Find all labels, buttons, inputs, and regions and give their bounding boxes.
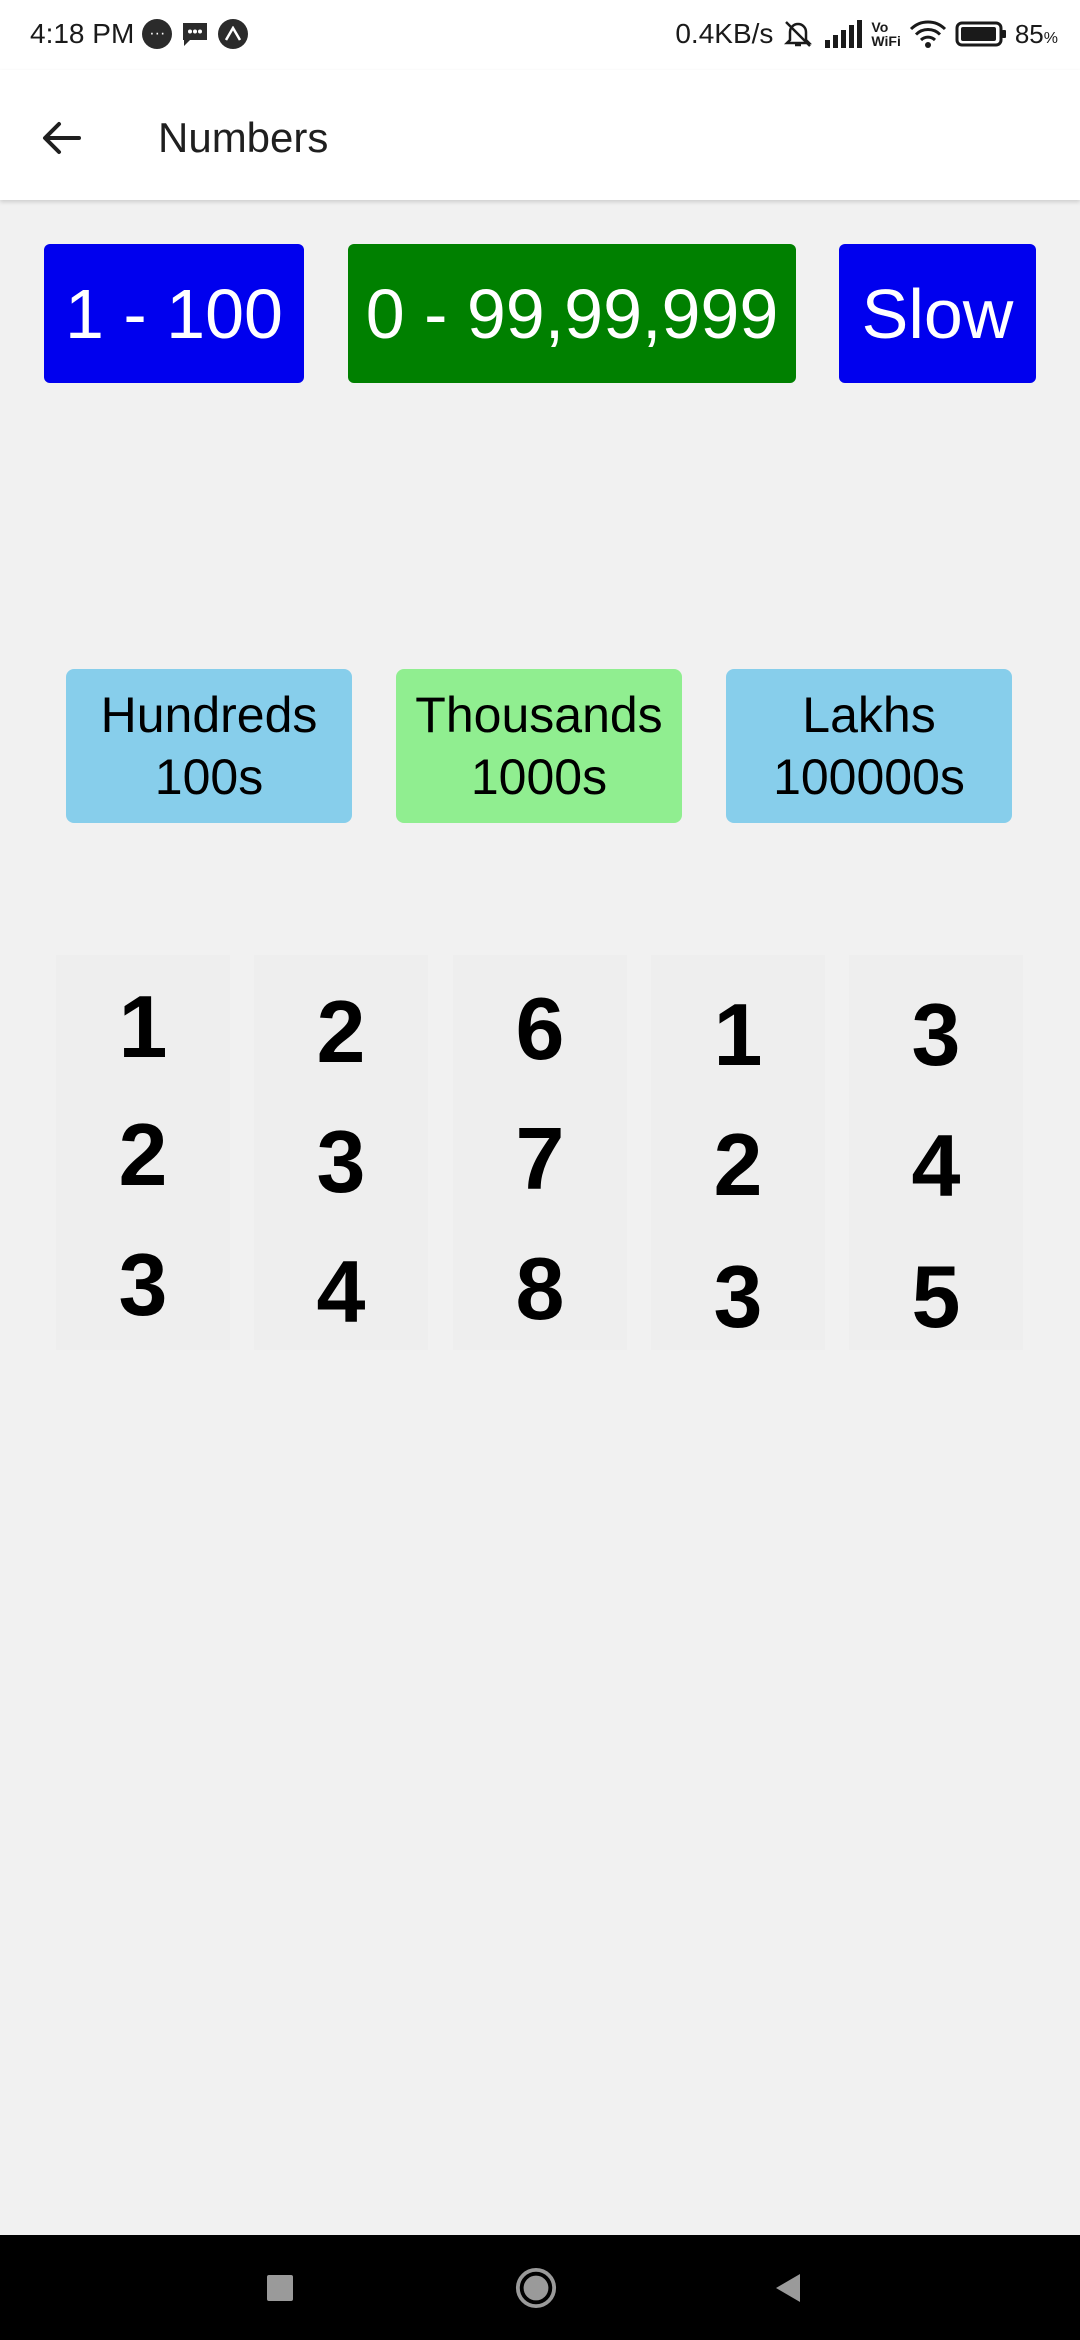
battery-percentage: 85% [1015,19,1058,50]
mute-bell-icon [781,18,815,50]
lakhs-label: Lakhs [802,687,936,743]
number-column-3[interactable]: 6 7 8 [453,955,627,1350]
digit[interactable]: 4 [254,1242,428,1342]
nav-back-button[interactable] [767,2267,809,2309]
number-column-1[interactable]: 1 2 3 [56,955,230,1350]
recent-apps-button[interactable] [259,2267,301,2309]
status-left: 4:18 PM ··· [30,18,249,50]
range-0-9999999-button[interactable]: 0 - 99,99,999 [348,244,796,383]
page-title: Numbers [158,114,329,161]
arrow-left-icon [43,122,81,154]
digit[interactable]: 2 [254,982,428,1082]
message-notification-icon [180,20,210,48]
battery-icon [955,21,1007,47]
digit[interactable]: 3 [56,1235,230,1335]
digit[interactable]: 5 [849,1247,1023,1347]
thousands-value: 1000s [470,749,608,805]
digit[interactable]: 2 [56,1105,230,1205]
digit[interactable]: 3 [849,985,1023,1085]
status-right: 0.4KB/s Vo WiFi 85% [675,18,1058,50]
vowifi-bottom: WiFi [871,33,901,49]
lakhs-value: 100000s [773,749,965,805]
chat-notification-icon: ··· [142,19,173,49]
network-speed: 0.4KB/s [675,18,774,49]
digit[interactable]: 3 [254,1112,428,1212]
thousands-button[interactable]: Thousands 1000s [396,669,682,823]
navigation-bar [0,2235,1080,2340]
hundreds-button[interactable]: Hundreds 100s [66,669,352,823]
battery-value: 85 [1014,18,1044,49]
number-column-5[interactable]: 3 4 5 [849,955,1023,1350]
triangle-left-icon [776,2274,800,2302]
wifi-icon [909,19,947,49]
signal-icon [823,20,863,48]
status-time: 4:18 PM [30,18,135,49]
digit[interactable]: 3 [651,1247,825,1347]
number-column-2[interactable]: 2 3 4 [254,955,428,1350]
status-bar: 4:18 PM ··· 0.4KB/s Vo WiFi 85% [0,0,1080,70]
app-notification-icon [218,19,249,49]
digit[interactable]: 4 [849,1116,1023,1216]
range-1-100-button[interactable]: 1 - 100 [44,244,304,383]
circle-icon [515,2267,557,2309]
back-button[interactable] [28,105,94,171]
hundreds-value: 100s [154,749,264,805]
digit[interactable]: 1 [56,977,230,1077]
digit[interactable]: 6 [453,979,627,1079]
lakhs-button[interactable]: Lakhs 100000s [726,669,1012,823]
vowifi-label: Vo WiFi [871,20,900,48]
hundreds-label: Hundreds [100,687,318,743]
home-button[interactable] [515,2267,557,2309]
digit[interactable]: 7 [453,1109,627,1209]
digit[interactable]: 1 [651,985,825,1085]
app-bar: Numbers [0,70,1080,200]
number-column-4[interactable]: 1 2 3 [651,955,825,1350]
square-icon [267,2275,293,2301]
digit[interactable]: 2 [651,1115,825,1215]
digit[interactable]: 8 [453,1239,627,1339]
battery-unit: % [1043,29,1058,47]
slow-button[interactable]: Slow [839,244,1036,383]
thousands-label: Thousands [415,687,663,743]
